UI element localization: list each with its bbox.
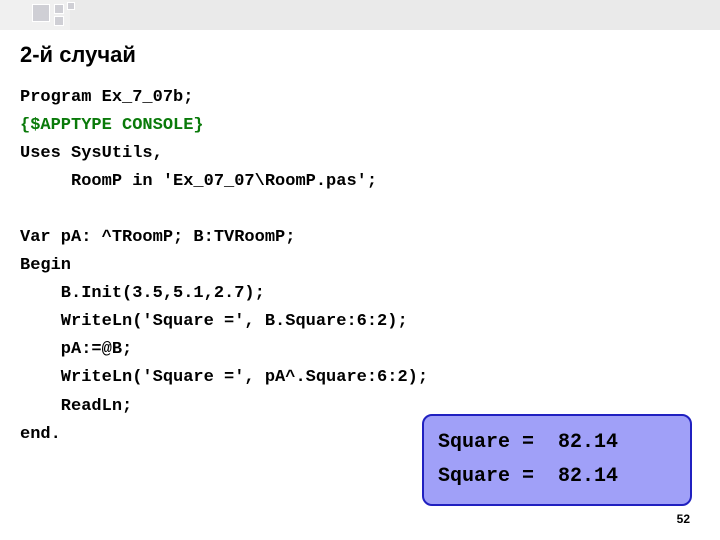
output-box: Square = 82.14 Square = 82.14 <box>422 414 692 506</box>
code-line: B.Init(3.5,5.1,2.7); <box>20 284 265 303</box>
decorative-square-icon <box>54 16 64 26</box>
code-block: Program Ex_7_07b; {$APPTYPE CONSOLE} Use… <box>20 84 700 449</box>
decorative-square-icon <box>32 4 50 22</box>
code-line: WriteLn('Square =', B.Square:6:2); <box>20 312 408 331</box>
slide-title: 2-й случай <box>20 42 700 68</box>
decorative-top-strip <box>0 0 720 30</box>
code-directive: {$APPTYPE CONSOLE} <box>20 116 204 135</box>
page-number: 52 <box>677 512 690 526</box>
code-line: WriteLn('Square =', pA^.Square:6:2); <box>20 368 428 387</box>
decorative-square-icon <box>67 2 75 10</box>
code-line: Begin <box>20 256 71 275</box>
output-line: Square = 82.14 <box>438 465 618 488</box>
code-line: Uses SysUtils, <box>20 144 163 163</box>
output-line: Square = 82.14 <box>438 431 618 454</box>
code-line: ReadLn; <box>20 397 132 416</box>
code-line: Var pA: ^TRoomP; B:TVRoomP; <box>20 228 295 247</box>
slide-content: 2-й случай Program Ex_7_07b; {$APPTYPE C… <box>20 42 700 449</box>
decorative-square-icon <box>54 4 64 14</box>
code-line: pA:=@B; <box>20 340 132 359</box>
code-line: RoomP in 'Ex_07_07\RoomP.pas'; <box>20 172 377 191</box>
code-line: end. <box>20 425 61 444</box>
code-line: Program Ex_7_07b; <box>20 88 193 107</box>
